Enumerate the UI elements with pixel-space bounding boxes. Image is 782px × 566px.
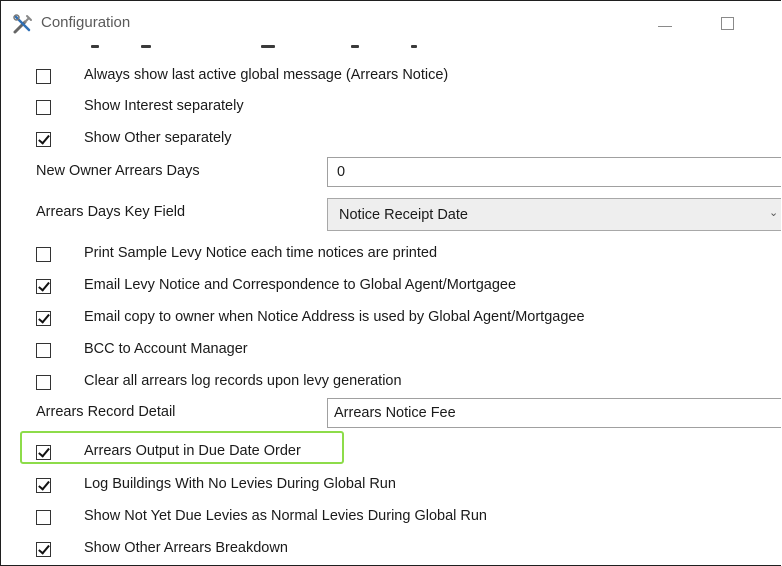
checkbox-label: BCC to Account Manager (84, 341, 248, 357)
checkbox[interactable] (36, 375, 51, 390)
checkbox-label: Clear all arrears log records upon levy … (84, 373, 402, 389)
setting-print-sample-levy-notice[interactable]: Print Sample Levy Notice each time notic… (1, 244, 781, 270)
setting-bcc-account-manager[interactable]: BCC to Account Manager (1, 340, 781, 366)
input-value: Arrears Notice Fee (334, 405, 456, 421)
field-label: New Owner Arrears Days (36, 163, 200, 179)
minimize-button[interactable] (651, 9, 681, 37)
title-bar[interactable]: Configuration (1, 1, 781, 45)
checkbox[interactable] (36, 542, 51, 557)
window-title: Configuration (41, 14, 131, 31)
setting-log-buildings-no-levies[interactable]: Log Buildings With No Levies During Glob… (1, 475, 781, 501)
checkbox-label: Email Levy Notice and Correspondence to … (84, 277, 517, 293)
checkbox-label: Log Buildings With No Levies During Glob… (84, 476, 396, 492)
checkbox[interactable] (36, 247, 51, 262)
arrears-days-key-field-select[interactable]: Notice Receipt Date ⌄ (327, 198, 781, 231)
tools-icon (13, 14, 32, 34)
setting-show-other-separately[interactable]: Show Other separately (1, 129, 781, 155)
arrears-record-detail-input[interactable]: Arrears Notice Fee (327, 398, 781, 428)
checkbox-label: Show Other Arrears Breakdown (84, 540, 288, 556)
setting-clear-arrears-log[interactable]: Clear all arrears log records upon levy … (1, 372, 781, 398)
checkbox-label: Show Interest separately (84, 98, 244, 114)
maximize-button[interactable] (713, 9, 743, 37)
chevron-down-icon[interactable]: ⌄ (769, 206, 778, 219)
setting-show-last-global-message[interactable]: Always show last active global message (… (1, 66, 781, 92)
checkbox[interactable] (36, 311, 51, 326)
input-value: 0 (337, 164, 346, 180)
checkbox-label: Show Not Yet Due Levies as Normal Levies… (84, 508, 487, 524)
checkbox[interactable] (36, 132, 51, 147)
checkbox-label: Arrears Output in Due Date Order (84, 443, 301, 459)
checkbox[interactable] (36, 69, 51, 84)
checkbox[interactable] (36, 445, 51, 460)
configuration-window: Configuration Always show last active gl… (0, 0, 781, 566)
new-owner-arrears-days-input[interactable]: 0 (327, 157, 781, 187)
checkbox-label: Email copy to owner when Notice Address … (84, 309, 585, 325)
field-label: Arrears Record Detail (36, 404, 176, 420)
field-label: Arrears Days Key Field (36, 204, 186, 220)
setting-email-levy-notice[interactable]: Email Levy Notice and Correspondence to … (1, 276, 781, 302)
checkbox[interactable] (36, 478, 51, 493)
select-value: Notice Receipt Date (339, 207, 468, 223)
setting-show-not-yet-due[interactable]: Show Not Yet Due Levies as Normal Levies… (1, 507, 781, 533)
setting-show-interest-separately[interactable]: Show Interest separately (1, 97, 781, 123)
checkbox[interactable] (36, 510, 51, 525)
checkbox[interactable] (36, 100, 51, 115)
checkbox[interactable] (36, 279, 51, 294)
checkbox-label: Print Sample Levy Notice each time notic… (84, 245, 438, 261)
setting-email-copy-to-owner[interactable]: Email copy to owner when Notice Address … (1, 308, 781, 334)
checkbox-label: Always show last active global message (… (84, 67, 449, 83)
checkbox[interactable] (36, 343, 51, 358)
setting-show-other-arrears-breakdown[interactable]: Show Other Arrears Breakdown (1, 539, 781, 565)
checkbox-label: Show Other separately (84, 130, 232, 146)
clipped-previous-row (81, 45, 481, 51)
setting-arrears-output-due-date[interactable]: Arrears Output in Due Date Order (1, 442, 781, 468)
